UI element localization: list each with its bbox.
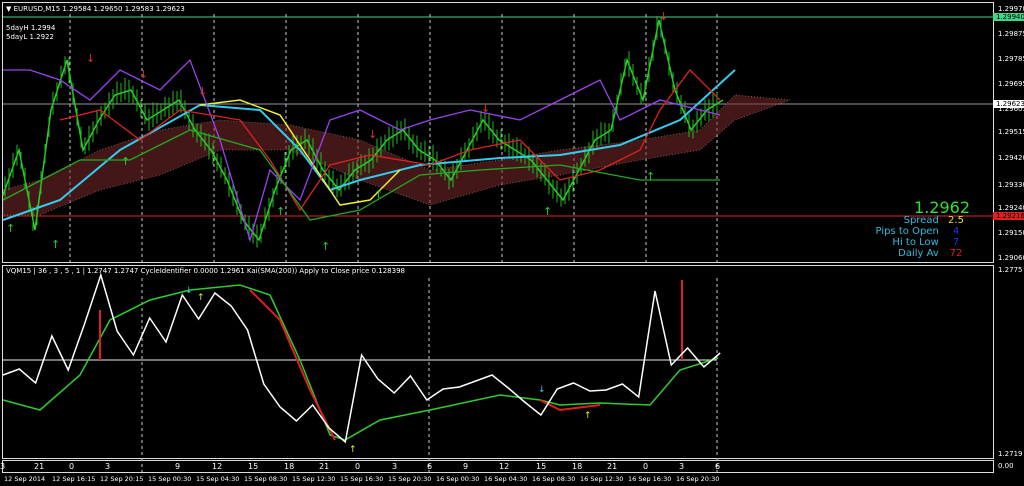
buy-arrow-icon: ↑ — [276, 205, 285, 218]
hi-to-low-value: 7 — [952, 237, 960, 248]
date-tick-label: 12 Sep 20:15 — [100, 475, 144, 483]
sell-arrow-icon: ↓ — [86, 52, 95, 65]
hour-tick-label: 12 — [212, 462, 223, 471]
buy-arrow-icon: ↑ — [321, 240, 330, 253]
indicator-axis-bottom: 1.2719 — [998, 450, 1023, 458]
sell-arrow-icon: ↓ — [198, 85, 207, 98]
daily-av-label: Daily Av — [898, 248, 939, 259]
date-tick-label: 15 Sep 16:30 — [340, 475, 384, 483]
symbol-header: ▼ EURUSD,M15 1.29584 1.29650 1.29583 1.2… — [6, 5, 185, 13]
sell-arrow-icon: ↓ — [139, 68, 148, 81]
date-tick-label: 16 Sep 20:30 — [676, 475, 720, 483]
buy-arrow-icon: ↑ — [374, 188, 383, 201]
indicator-axis-top: 1.2775 — [998, 266, 1023, 274]
buy-arrow-icon: ↑ — [543, 205, 552, 218]
spread-label: Spread — [903, 215, 939, 226]
daily-av-row: Daily Av 72 — [898, 248, 970, 259]
hour-tick-label: 3 — [392, 462, 398, 471]
buy-arrow-icon: ↑ — [646, 170, 655, 183]
date-tick-label: 16 Sep 12:30 — [580, 475, 624, 483]
date-tick-label: 15 Sep 08:30 — [244, 475, 288, 483]
price-axis-label: 1.29330 — [998, 181, 1024, 189]
hour-tick-label: 21 — [34, 462, 45, 471]
sell-arrow-icon: ↓ — [481, 102, 490, 115]
hour-tick-label: 12 — [499, 462, 510, 471]
pips-to-open-row: Pips to Open 4 — [876, 226, 970, 237]
sell-arrow-icon: ↓ — [368, 128, 377, 141]
down-arrow-icon: ↓ — [538, 385, 546, 395]
indicator-axis-zero: 0.00 — [998, 462, 1014, 470]
hour-tick-label: 9 — [175, 462, 181, 471]
hour-tick-label: 15 — [248, 462, 259, 471]
sell-arrow-icon: ↓ — [659, 10, 668, 23]
price-axis-label: 1.29695 — [998, 80, 1024, 88]
price-axis-label: 1.29060 — [998, 254, 1024, 262]
price-axis-label: 1.29515 — [998, 128, 1024, 136]
price-bars — [2, 19, 724, 242]
hi-to-low-label: Hi to Low — [892, 237, 939, 248]
vqm-line — [2, 272, 721, 444]
date-tick-label: 12 Sep 16:15 — [52, 475, 96, 483]
hour-tick-label: 6 — [715, 462, 721, 471]
date-tick-label: 16 Sep 00:30 — [436, 475, 480, 483]
price-axis-label: 1.29420 — [998, 154, 1024, 162]
hour-tick-label: 18 — [572, 462, 583, 471]
date-tick-label: 15 Sep 00:30 — [148, 475, 192, 483]
five-day-high: 5dayH 1.2994 — [6, 24, 56, 32]
up-arrow-icon: ↑ — [349, 445, 357, 455]
hour-tick-label: 3 — [0, 462, 6, 471]
hour-tick-label: 3 — [679, 462, 685, 471]
pips-to-open-value: 4 — [952, 226, 960, 237]
five-day-low: 5dayL 1.2922 — [6, 33, 54, 41]
date-tick-label: 15 Sep 04:30 — [196, 475, 240, 483]
daily-av-value: 72 — [949, 248, 963, 259]
hour-tick-label: 21 — [607, 462, 618, 471]
hi-to-low-row: Hi to Low 7 — [892, 237, 970, 248]
hour-tick-label: 0 — [643, 462, 649, 471]
symbol-ohlc: EURUSD,M15 1.29584 1.29650 1.29583 1.296… — [13, 5, 185, 13]
date-tick-label: 12 Sep 2014 — [4, 475, 46, 483]
hour-tick-label: 3 — [105, 462, 111, 471]
spread-value: 2.5 — [948, 215, 964, 226]
up-arrow-icon: ↑ — [197, 293, 205, 303]
high-price-marker: 1.29940 — [993, 13, 1024, 21]
current-price-marker: 1.29623 — [993, 100, 1024, 108]
date-tick-label: 16 Sep 16:30 — [628, 475, 672, 483]
low-price-marker: 1.29216 — [993, 212, 1024, 220]
date-tick-label: 15 Sep 20:30 — [388, 475, 432, 483]
date-tick-label: 16 Sep 08:30 — [532, 475, 576, 483]
up-arrow-icon: ↑ — [584, 411, 592, 421]
buy-arrow-icon: ↑ — [6, 222, 15, 235]
price-axis-label: 1.29150 — [998, 229, 1024, 237]
date-tick-label: 16 Sep 04:30 — [484, 475, 528, 483]
hour-tick-label: 9 — [463, 462, 469, 471]
spread-row: Spread 2.5 — [904, 215, 970, 226]
buy-arrow-icon: ↑ — [121, 155, 130, 168]
buy-arrow-icon: ↑ — [51, 238, 60, 251]
hour-tick-label: 21 — [319, 462, 330, 471]
down-arrow-icon: ↓ — [185, 286, 193, 296]
hour-tick-label: 6 — [427, 462, 433, 471]
price-axis-label: 1.29970 — [998, 5, 1024, 13]
pips-to-open-label: Pips to Open — [875, 226, 939, 237]
hour-tick-label: 0 — [69, 462, 75, 471]
indicator-header: VQM15 | 36 , 3 , 5 , 1 | 1.2747 1.2747 C… — [6, 267, 405, 275]
hour-tick-label: 15 — [536, 462, 547, 471]
price-axis-label: 1.29785 — [998, 55, 1024, 63]
hour-tick-label: 18 — [284, 462, 295, 471]
hour-tick-label: 0 — [355, 462, 361, 471]
chart-canvas: ↑ ↑ ↑ ↑ ↑ ↑ ↑ ↑ ↓ ↓ ↓ ↓ ↓ ↓ ↑ ↑ ↑ ↓ ↓ — [2, 10, 993, 472]
date-tick-label: 15 Sep 12:30 — [292, 475, 336, 483]
price-axis-label: 1.29240 — [998, 204, 1024, 212]
price-axis-label: 1.29875 — [998, 30, 1024, 38]
